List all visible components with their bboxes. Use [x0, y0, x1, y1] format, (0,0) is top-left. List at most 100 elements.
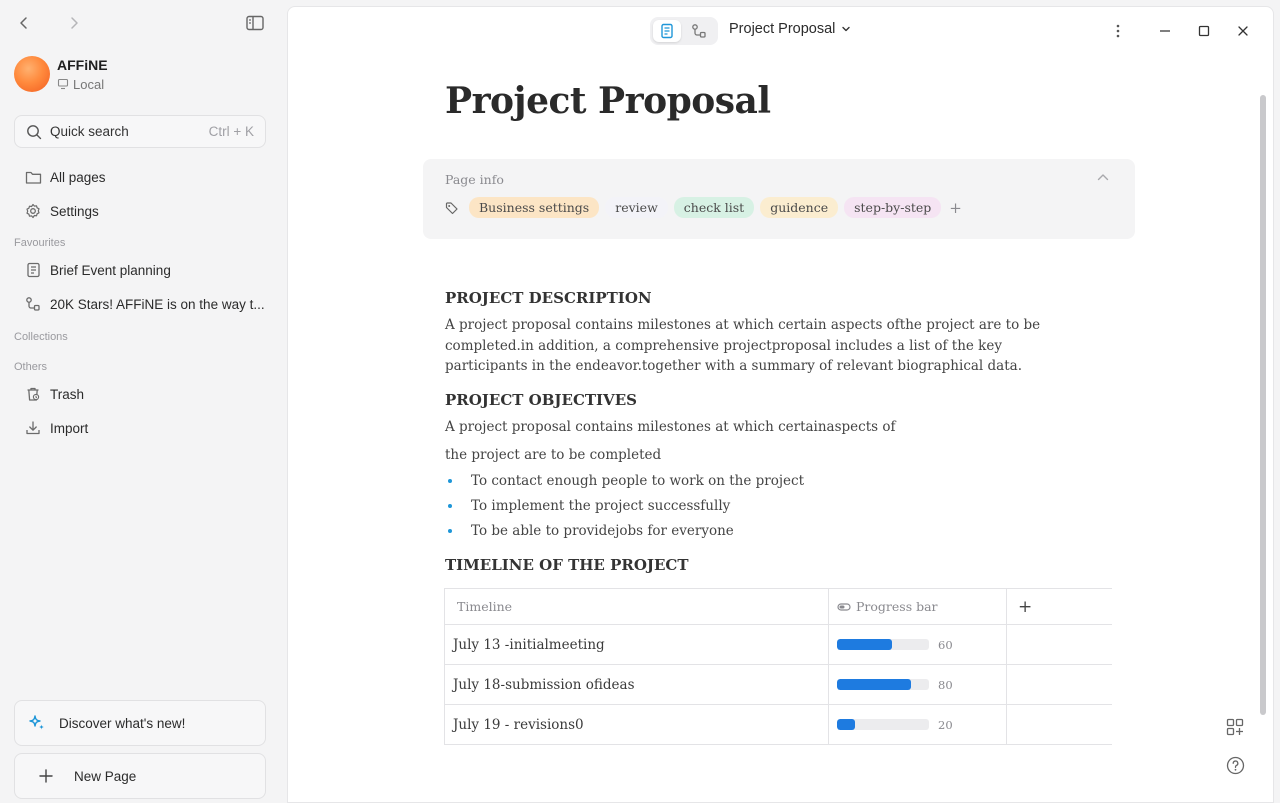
- add-widget-icon: [1226, 718, 1244, 736]
- discover-whats-new-button[interactable]: Discover what's new!: [14, 700, 266, 746]
- objectives-line-1[interactable]: A project proposal contains milestones a…: [445, 417, 1085, 438]
- sidebar-item-label: 20K Stars! AFFiNE is on the way t...: [50, 296, 265, 312]
- progress-column-icon: [837, 602, 851, 611]
- header-doc-title: Project Proposal: [729, 21, 836, 37]
- progress-bar-fill: [837, 679, 911, 690]
- gear-icon: [24, 202, 42, 220]
- progress-bar[interactable]: [837, 639, 929, 650]
- progress-value: 20: [938, 717, 953, 732]
- column-header-label: Timeline: [457, 599, 513, 614]
- section-heading-description[interactable]: PROJECT DESCRIPTION: [445, 289, 652, 307]
- timeline-cell[interactable]: July 13 -initialmeeting: [444, 625, 828, 664]
- computer-icon: [57, 78, 69, 90]
- minimize-icon: [1160, 30, 1170, 32]
- chevron-left-icon: [20, 17, 27, 29]
- mode-switch: [650, 17, 718, 45]
- sparkle-icon: [29, 715, 44, 730]
- sidebar-item-label: Import: [50, 420, 89, 436]
- progress-bar[interactable]: [837, 679, 929, 690]
- sidebar: AFFiNE Local Quick search Ctrl + K All p…: [0, 0, 287, 803]
- discover-label: Discover what's new!: [59, 715, 186, 731]
- toggle-sidebar-button[interactable]: [244, 12, 266, 34]
- table-row[interactable]: July 19 - revisions0 20: [444, 705, 1112, 745]
- close-button[interactable]: [1232, 20, 1254, 42]
- tag-review[interactable]: review: [605, 197, 668, 218]
- tag-list: Business settings review check list guid…: [445, 197, 962, 218]
- tag-icon: [445, 201, 458, 214]
- quick-search[interactable]: Quick search Ctrl + K: [14, 115, 266, 148]
- quick-search-label: Quick search: [50, 124, 129, 139]
- table-row[interactable]: July 18-submission ofideas 80: [444, 665, 1112, 705]
- page-icon: [24, 261, 42, 279]
- tag-step-by-step[interactable]: step-by-step: [844, 197, 942, 218]
- bullet-item[interactable]: To be able to providejobs for everyone: [445, 523, 734, 539]
- workspace-card[interactable]: AFFiNE Local: [14, 56, 108, 92]
- sidebar-item-settings[interactable]: Settings: [14, 196, 272, 226]
- progress-bar[interactable]: [837, 719, 929, 730]
- back-button[interactable]: [13, 12, 35, 34]
- minimize-button[interactable]: [1154, 20, 1176, 42]
- add-column-label: +: [1018, 596, 1033, 617]
- new-page-button[interactable]: New Page: [14, 753, 266, 799]
- timeline-cell[interactable]: July 19 - revisions0: [444, 705, 828, 744]
- progress-value: 60: [938, 637, 953, 652]
- add-column-button[interactable]: +: [1006, 589, 1112, 624]
- more-options-button[interactable]: [1107, 20, 1129, 42]
- page-mode-button[interactable]: [653, 20, 681, 42]
- tag-check-list[interactable]: check list: [673, 197, 755, 218]
- close-icon: [1238, 26, 1248, 36]
- plus-icon: [39, 769, 53, 783]
- column-header-timeline[interactable]: Timeline: [444, 589, 828, 624]
- bullet-dot: [448, 479, 452, 483]
- doc-title-dropdown[interactable]: Project Proposal: [729, 21, 851, 37]
- bullet-item[interactable]: To implement the project successfully: [445, 498, 730, 514]
- sidebar-item-20k-stars[interactable]: 20K Stars! AFFiNE is on the way t...: [14, 289, 272, 319]
- progress-cell[interactable]: 20: [828, 705, 1006, 744]
- sidebar-toggle-icon: [246, 15, 264, 31]
- bullet-dot: [448, 504, 452, 508]
- empty-cell: [1006, 705, 1112, 744]
- section-heading-objectives[interactable]: PROJECT OBJECTIVES: [445, 391, 637, 409]
- edgeless-icon: [692, 24, 706, 38]
- table-header-row: Timeline Progress bar +: [444, 589, 1112, 625]
- sidebar-item-brief-event-planning[interactable]: Brief Event planning: [14, 255, 272, 285]
- bullet-text: To implement the project successfully: [471, 498, 731, 514]
- tag-guidence[interactable]: guidence: [760, 197, 839, 218]
- workspace-name: AFFiNE: [57, 56, 108, 73]
- bullet-dot: [448, 529, 452, 533]
- column-header-progress[interactable]: Progress bar: [828, 589, 1006, 624]
- folder-icon: [24, 168, 42, 186]
- widgets-button[interactable]: [1223, 715, 1247, 739]
- table-row[interactable]: July 13 -initialmeeting 60: [444, 625, 1112, 665]
- progress-bar-fill: [837, 719, 856, 730]
- add-tag-button[interactable]: +: [949, 199, 962, 217]
- sidebar-item-all-pages[interactable]: All pages: [14, 162, 272, 192]
- progress-cell[interactable]: 60: [828, 625, 1006, 664]
- section-heading-timeline[interactable]: TIMELINE OF THE PROJECT: [445, 556, 689, 574]
- page-title[interactable]: Project Proposal: [445, 80, 771, 122]
- workspace-avatar: [14, 56, 50, 92]
- timeline-cell[interactable]: July 18-submission ofideas: [444, 665, 828, 704]
- new-page-label: New Page: [74, 768, 137, 784]
- sidebar-item-import[interactable]: Import: [14, 413, 272, 443]
- bullet-text: To be able to providejobs for everyone: [471, 523, 734, 539]
- quick-search-shortcut: Ctrl + K: [208, 124, 254, 139]
- vertical-scrollbar[interactable]: [1260, 95, 1266, 715]
- bullet-item[interactable]: To contact enough people to work on the …: [445, 473, 804, 489]
- tag-business-settings[interactable]: Business settings: [469, 197, 600, 218]
- collapse-page-info-button[interactable]: [1097, 173, 1109, 181]
- sidebar-item-label: All pages: [50, 169, 106, 185]
- progress-value: 80: [938, 677, 953, 692]
- sidebar-item-trash[interactable]: Trash: [14, 379, 272, 409]
- edgeless-mode-button[interactable]: [685, 20, 713, 42]
- section-body-description[interactable]: A project proposal contains milestones a…: [445, 315, 1085, 377]
- collections-heading: Collections: [14, 331, 68, 343]
- progress-cell[interactable]: 80: [828, 665, 1006, 704]
- sidebar-item-label: Brief Event planning: [50, 262, 171, 278]
- sidebar-item-label: Settings: [50, 203, 99, 219]
- help-button[interactable]: [1223, 753, 1247, 777]
- objectives-line-2[interactable]: the project are to be completed: [445, 445, 1085, 466]
- maximize-button[interactable]: [1193, 20, 1215, 42]
- editor-panel: Project Proposal Project Proposal Page i…: [287, 6, 1274, 803]
- forward-button[interactable]: [63, 12, 85, 34]
